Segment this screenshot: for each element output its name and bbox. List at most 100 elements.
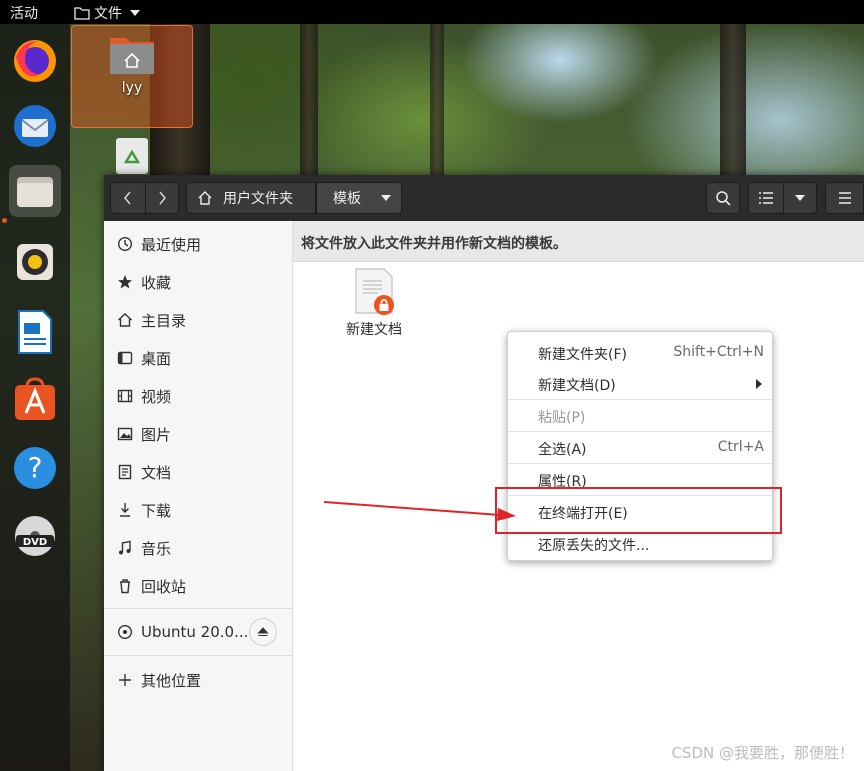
menu-item-label: 新建文档(D)	[538, 378, 616, 394]
eject-icon	[257, 627, 269, 636]
sidebar-item-pictures[interactable]: 图片	[104, 416, 292, 452]
chevron-down-icon	[381, 195, 391, 201]
svg-text:?: ?	[28, 451, 43, 484]
info-bar: 将文件放入此文件夹并用作新文档的模板。	[293, 221, 864, 262]
star-icon	[117, 274, 133, 290]
hamburger-icon	[838, 192, 851, 204]
dock-help[interactable]: ?	[9, 442, 61, 494]
menu-item-paste[interactable]: 粘贴(P)	[508, 401, 772, 431]
home-icon	[117, 312, 133, 328]
view-list-button[interactable]	[748, 182, 784, 214]
menu-item-select-all[interactable]: 全选(A) Ctrl+A	[508, 433, 772, 463]
sidebar-item-downloads[interactable]: 下载	[104, 492, 292, 528]
svg-text:DVD: DVD	[23, 537, 47, 548]
forward-button[interactable]	[145, 182, 179, 214]
sidebar-separator	[104, 655, 292, 656]
highlight-box	[495, 487, 782, 534]
software-icon	[15, 377, 55, 420]
dock-thunderbird[interactable]	[9, 100, 61, 152]
chevron-right-icon	[756, 379, 762, 389]
back-button[interactable]	[110, 182, 146, 214]
sidebar-item-recent[interactable]: 最近使用	[104, 226, 292, 262]
list-view-icon	[759, 192, 773, 204]
sidebar-item-label: 图片	[141, 425, 172, 444]
menu-item-shortcut: Ctrl+A	[717, 439, 764, 455]
sidebar-item-label: 视频	[141, 387, 172, 406]
active-indicator	[2, 218, 7, 223]
film-icon	[117, 388, 133, 404]
activities-button[interactable]: 活动	[10, 3, 38, 23]
sidebar-item-label: 主目录	[141, 311, 187, 330]
locked-document-icon	[355, 268, 394, 315]
plus-icon	[117, 672, 133, 688]
sidebar-item-label: 音乐	[141, 539, 172, 558]
menu-separator	[508, 463, 772, 464]
trash-icon	[117, 578, 133, 594]
sidebar-item-label: 下载	[141, 501, 172, 520]
menu-separator	[508, 399, 772, 400]
view-options-button[interactable]	[783, 182, 817, 214]
app-menu-button[interactable]: 文件	[74, 3, 140, 23]
sidebar-item-label: 文档	[141, 463, 172, 482]
dock-software[interactable]	[9, 374, 61, 426]
path-home-label: 用户文件夹	[223, 191, 293, 207]
sidebar-item-desktop[interactable]: 桌面	[104, 340, 292, 376]
desktop-icon	[117, 350, 133, 366]
menu-item-label: 新建文件夹(F)	[538, 347, 627, 363]
file-item[interactable]: 新建文档	[334, 267, 414, 338]
sidebar-item-documents[interactable]: 文档	[104, 454, 292, 490]
search-button[interactable]	[706, 182, 740, 214]
menu-item-shortcut: Shift+Ctrl+N	[673, 344, 764, 360]
menu-item-label: 还原丢失的文件...	[538, 538, 650, 554]
dock-dvd[interactable]: DVD	[9, 510, 61, 562]
libreoffice-writer-icon	[18, 310, 52, 354]
info-text: 将文件放入此文件夹并用作新文档的模板。	[301, 236, 567, 252]
image-icon	[117, 426, 133, 442]
chevron-right-icon	[159, 191, 166, 205]
menu-item-new-document[interactable]: 新建文档(D)	[508, 369, 772, 399]
dock-writer[interactable]	[9, 306, 61, 358]
watermark: CSDN @我要胜，那便胜！	[671, 744, 854, 762]
sidebar-separator	[104, 608, 292, 609]
sidebar-item-starred[interactable]: 收藏	[104, 264, 292, 300]
sidebar-item-label: 最近使用	[141, 235, 202, 254]
dock-rhythmbox[interactable]	[9, 236, 61, 288]
chevron-left-icon	[124, 191, 131, 205]
file-label: 新建文档	[346, 322, 402, 338]
desktop-home-folder[interactable]: lyy	[71, 25, 193, 128]
chevron-down-icon	[795, 195, 805, 201]
sidebar-item-music[interactable]: 音乐	[104, 530, 292, 566]
help-icon: ?	[14, 447, 56, 489]
path-home-button[interactable]: 用户文件夹	[186, 182, 316, 214]
trash-icon	[116, 138, 148, 174]
top-bar: 活动 文件	[0, 0, 864, 24]
menu-item-new-folder[interactable]: 新建文件夹(F) Shift+Ctrl+N	[508, 338, 772, 368]
menu-item-label: 粘贴(P)	[538, 410, 586, 426]
disk-icon	[117, 624, 133, 640]
eject-button[interactable]	[249, 618, 277, 646]
dock-files[interactable]	[9, 165, 61, 217]
sidebar: 最近使用 收藏 主目录 桌面 视频 图片 文档 下载 音乐 回收站 Ubuntu…	[104, 221, 293, 771]
sidebar-item-home[interactable]: 主目录	[104, 302, 292, 338]
music-icon	[117, 540, 133, 556]
sidebar-item-ubuntu-disk[interactable]: Ubuntu 20.0...	[104, 614, 292, 650]
sidebar-item-label: 收藏	[141, 273, 172, 292]
sidebar-item-trash[interactable]: 回收站	[104, 568, 292, 604]
sidebar-item-other-locations[interactable]: 其他位置	[104, 662, 292, 698]
thunderbird-icon	[14, 105, 56, 147]
download-icon	[117, 502, 133, 518]
sidebar-item-label: Ubuntu 20.0...	[141, 623, 249, 641]
sidebar-item-videos[interactable]: 视频	[104, 378, 292, 414]
firefox-icon	[14, 40, 56, 82]
dock-firefox[interactable]	[9, 35, 61, 87]
home-icon	[198, 191, 212, 205]
desktop-trash[interactable]	[113, 136, 151, 180]
rhythmbox-icon	[17, 244, 53, 280]
annotation-arrow-icon	[323, 501, 516, 521]
home-folder-icon	[110, 38, 154, 74]
sidebar-item-label: 其他位置	[141, 671, 202, 690]
main-menu-button[interactable]	[825, 182, 864, 214]
clock-icon	[117, 236, 133, 252]
path-templates-label: 模板	[333, 191, 361, 207]
path-templates-button[interactable]: 模板	[316, 182, 402, 214]
